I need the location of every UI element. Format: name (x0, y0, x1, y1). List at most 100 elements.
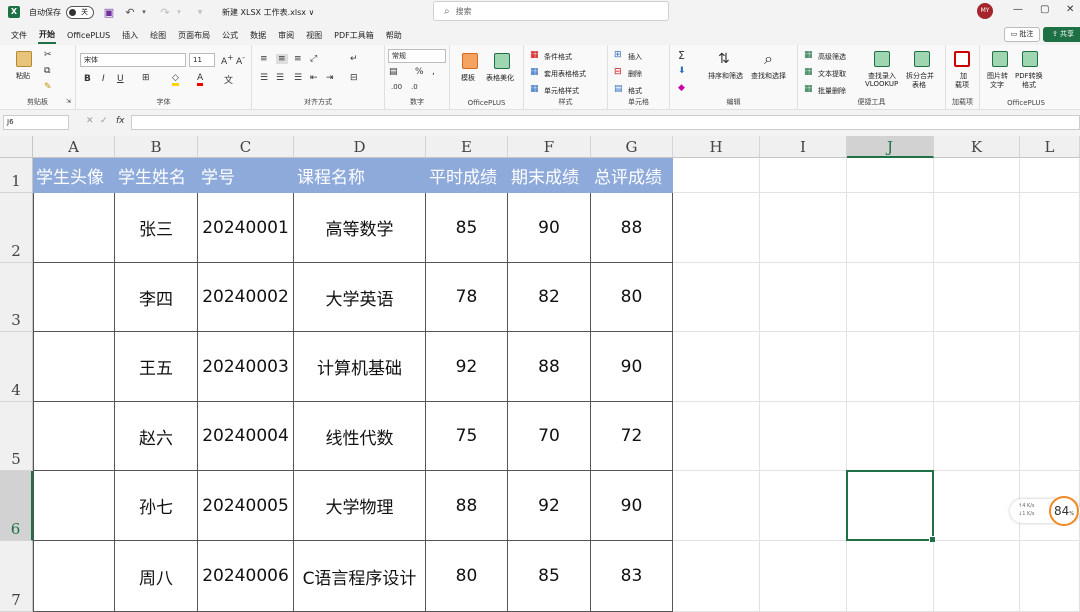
row-header-5[interactable]: 5 (0, 402, 33, 471)
table-cell[interactable]: 计算机基础 (294, 332, 426, 402)
column-header-l[interactable]: L (1020, 136, 1080, 158)
cell-style-button[interactable]: 单元格样式 (544, 86, 579, 96)
advanced-filter-button[interactable]: 高级筛选 (818, 52, 846, 62)
select-all-corner[interactable] (0, 136, 33, 158)
column-header-a[interactable]: A (33, 136, 115, 158)
text-extract-icon[interactable]: ▦ (804, 67, 813, 77)
tab-help[interactable]: 帮助 (385, 28, 403, 43)
table-cell[interactable]: 90 (591, 471, 673, 541)
percent-icon[interactable]: % (415, 67, 424, 77)
column-header-d[interactable]: D (294, 136, 426, 158)
align-bottom-icon[interactable]: ≡ (294, 54, 302, 64)
increase-indent-icon[interactable]: ⇥ (326, 73, 334, 83)
table-cell[interactable]: 90 (591, 332, 673, 402)
table-cell[interactable]: 赵六 (115, 402, 198, 471)
font-color-icon[interactable]: A (197, 73, 204, 86)
column-header-j[interactable]: J (847, 136, 934, 158)
cell-style-icon[interactable]: ▦ (530, 84, 539, 94)
table-cell[interactable] (33, 332, 115, 402)
tab-home[interactable]: 开始 (38, 27, 56, 44)
column-header-b[interactable]: B (115, 136, 198, 158)
dialog-launcher-icon[interactable]: ⇲ (66, 98, 71, 105)
grid-cell[interactable] (760, 541, 847, 612)
grid-cell[interactable] (760, 402, 847, 471)
table-cell[interactable]: 88 (426, 471, 508, 541)
table-header-cell[interactable]: 学生头像 (33, 158, 115, 193)
table-cell[interactable]: 20240002 (198, 263, 294, 332)
grid-cell[interactable] (934, 541, 1020, 612)
italic-icon[interactable]: I (102, 74, 105, 84)
table-header-cell[interactable]: 学号 (198, 158, 294, 193)
table-cell[interactable]: 孙七 (115, 471, 198, 541)
underline-icon[interactable]: U (117, 74, 124, 84)
align-right-icon[interactable]: ☰ (294, 73, 302, 83)
table-cell[interactable]: 大学物理 (294, 471, 426, 541)
grid-cell[interactable] (934, 402, 1020, 471)
column-header-i[interactable]: I (760, 136, 847, 158)
batch-delete-icon[interactable]: ▦ (804, 84, 813, 94)
table-cell[interactable]: 张三 (115, 193, 198, 263)
grid-cell[interactable] (847, 263, 934, 332)
table-cell[interactable]: 80 (591, 263, 673, 332)
phonetic-icon[interactable]: 文 (224, 73, 233, 86)
insert-cells-icon[interactable]: ⊞ (614, 50, 622, 60)
table-cell[interactable]: 88 (591, 193, 673, 263)
share-button[interactable]: ⇪ 共享 (1043, 27, 1080, 42)
grid-cell[interactable] (1020, 541, 1080, 612)
grid-cell[interactable] (673, 541, 760, 612)
vlookup-icon[interactable] (874, 51, 890, 67)
grid-cell[interactable] (847, 402, 934, 471)
table-cell[interactable] (33, 541, 115, 612)
fx-icon[interactable]: fx (116, 116, 125, 126)
addin-line2[interactable]: 载项 (955, 80, 969, 90)
addin-icon[interactable] (954, 51, 970, 67)
grid-cell[interactable] (1020, 402, 1080, 471)
column-header-g[interactable]: G (591, 136, 673, 158)
grid-cell[interactable] (673, 471, 760, 541)
table-cell[interactable] (33, 193, 115, 263)
table-beautify-button[interactable]: 表格美化 (486, 73, 514, 83)
number-format-select[interactable]: 常规 (388, 49, 446, 63)
grid-cell[interactable] (847, 193, 934, 263)
close-icon[interactable]: ✕ (1066, 4, 1074, 15)
minimize-icon[interactable]: — (1013, 4, 1023, 15)
font-shrink-icon[interactable]: A- (236, 53, 245, 67)
grid-cell[interactable] (847, 541, 934, 612)
table-header-cell[interactable]: 期末成绩 (508, 158, 591, 193)
grid-cell[interactable] (934, 471, 1020, 541)
table-format-icon[interactable]: ▦ (530, 67, 539, 77)
table-cell[interactable]: 20240005 (198, 471, 294, 541)
format-painter-icon[interactable]: ✎ (44, 82, 52, 92)
cut-icon[interactable]: ✂ (44, 50, 52, 60)
table-header-cell[interactable]: 总评成绩 (591, 158, 673, 193)
align-center-icon[interactable]: ☰ (276, 73, 284, 83)
image-to-text-icon[interactable] (992, 51, 1008, 67)
grid-cell[interactable] (673, 402, 760, 471)
delete-cells-button[interactable]: 删除 (628, 69, 642, 79)
merge-cells-icon[interactable]: ⊟ (350, 73, 358, 83)
row-header-3[interactable]: 3 (0, 263, 33, 332)
table-cell[interactable]: C语言程序设计 (294, 541, 426, 612)
table-cell[interactable]: 85 (508, 541, 591, 612)
row-header-2[interactable]: 2 (0, 193, 33, 263)
undo-icon[interactable]: ↶ (124, 6, 136, 19)
grid-cell[interactable] (673, 193, 760, 263)
font-name-select[interactable]: 宋体 (80, 53, 186, 67)
conditional-format-button[interactable]: 条件格式 (544, 52, 572, 62)
insert-cells-button[interactable]: 插入 (628, 52, 642, 62)
advanced-filter-icon[interactable]: ▦ (804, 50, 813, 60)
grid-cell[interactable] (1020, 193, 1080, 263)
comment-button[interactable]: ▭ 批注 (1004, 27, 1040, 42)
grid-cell[interactable] (1020, 332, 1080, 402)
name-box[interactable]: J6 (3, 115, 69, 130)
column-header-k[interactable]: K (934, 136, 1020, 158)
conditional-format-icon[interactable]: ▦ (530, 50, 539, 60)
align-left-icon[interactable]: ☰ (260, 73, 268, 83)
template-button[interactable]: 模板 (461, 73, 475, 83)
vlookup-line2[interactable]: VLOOKUP (865, 80, 898, 88)
table-cell[interactable]: 周八 (115, 541, 198, 612)
table-cell[interactable]: 李四 (115, 263, 198, 332)
grid-cell[interactable] (934, 263, 1020, 332)
table-format-button[interactable]: 套用表格格式 (544, 69, 586, 79)
table-cell[interactable]: 高等数学 (294, 193, 426, 263)
